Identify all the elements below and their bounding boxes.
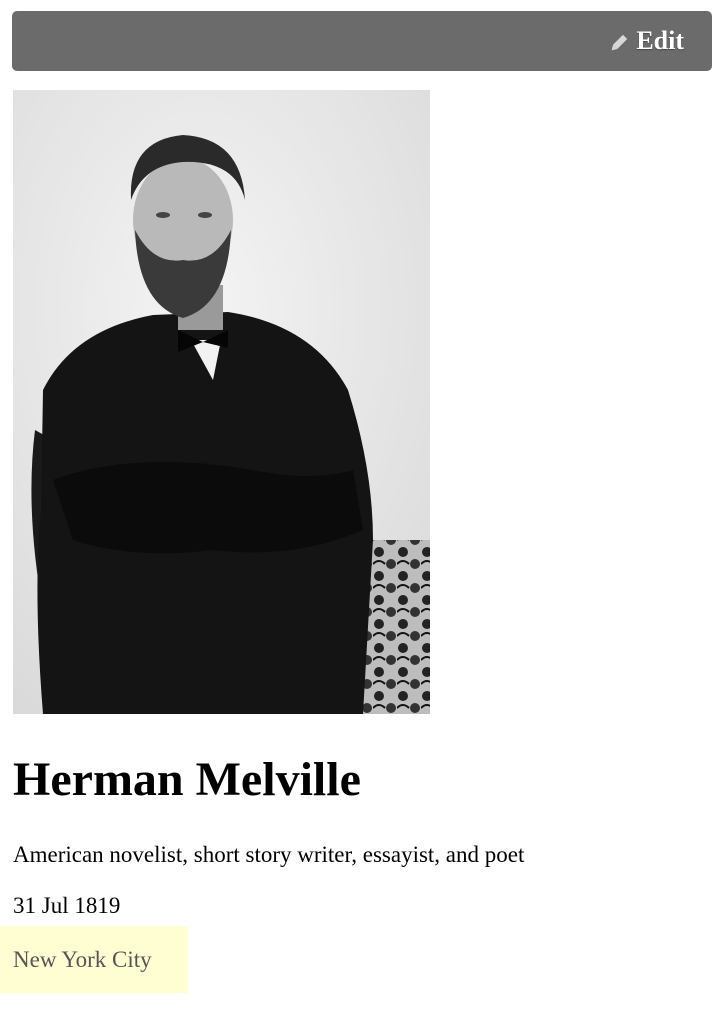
pencil-icon [608, 31, 628, 51]
portrait-image [13, 90, 430, 714]
edit-label: Edit [636, 26, 684, 55]
portrait-photo [13, 90, 430, 714]
person-name: Herman Melville [13, 753, 361, 806]
birth-place[interactable]: New York City [0, 926, 188, 993]
birth-place-label: New York City [13, 946, 152, 972]
person-description: American novelist, short story writer, e… [13, 842, 525, 867]
top-toolbar: Edit [12, 11, 712, 71]
birth-date: 31 Jul 1819 [13, 893, 121, 918]
edit-button[interactable]: Edit [608, 11, 684, 71]
